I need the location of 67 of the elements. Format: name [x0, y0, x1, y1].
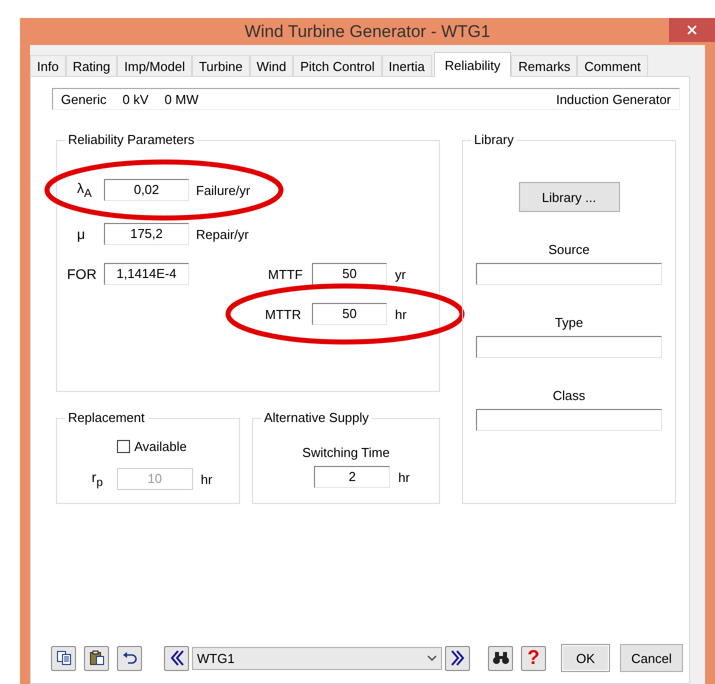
header-text: 0 MW [164, 92, 198, 106]
symbol-label: μ [76, 226, 86, 242]
element-dropdown[interactable]: WTG1 [192, 646, 442, 670]
symbol-label: λ$_{A}$ [76, 180, 93, 200]
unit-label: Repair/yr [196, 226, 249, 242]
tab[interactable]: Turbine [192, 55, 250, 76]
clipboard-icon [88, 650, 104, 666]
previous-button[interactable] [164, 646, 189, 670]
symbol-label: r$_{p}$ [92, 469, 103, 489]
chevron-down-icon [427, 655, 437, 661]
tab[interactable]: Info [30, 55, 66, 76]
header-text: 0 kV [122, 92, 149, 106]
field-label: Source [548, 242, 590, 257]
header-text: Generic [61, 92, 107, 106]
undo-button[interactable] [117, 646, 142, 670]
tab[interactable]: Pitch Control [293, 55, 382, 76]
field-label: Class [552, 388, 586, 403]
tab[interactable]: Comment [577, 55, 648, 76]
field-label: Type [554, 315, 584, 330]
unit-label: hr [395, 306, 407, 322]
tab[interactable]: Remarks [511, 55, 578, 76]
unit-label: hr [398, 470, 410, 484]
tab[interactable]: Inertia [382, 55, 432, 76]
double-chevron-left-icon [170, 650, 184, 666]
value-field[interactable]: 0,02 [104, 179, 189, 201]
library-field[interactable] [476, 336, 662, 358]
library-field[interactable] [476, 263, 662, 285]
for-label: FOR [67, 266, 98, 282]
unit-label: yr [395, 266, 406, 282]
group-title: Library [471, 132, 517, 148]
dropdown-value: WTG1 [197, 650, 236, 666]
tab[interactable]: Reliability [434, 52, 512, 77]
help-button[interactable]: ? [521, 646, 546, 670]
copy-button[interactable] [51, 646, 76, 670]
for-field[interactable]: 1,1414E-4 [104, 263, 189, 285]
value-field[interactable]: 175,2 [104, 223, 189, 245]
mttr-label: MTTR [265, 306, 302, 322]
mttf-field[interactable]: 50 [312, 263, 387, 285]
checkbox-label: Available [134, 439, 187, 454]
close-button[interactable] [669, 18, 715, 42]
library-field[interactable] [476, 409, 662, 431]
binoculars-icon [492, 651, 510, 665]
group-title: Replacement [65, 410, 148, 426]
find-button[interactable] [488, 646, 513, 670]
undo-icon [122, 651, 138, 665]
unit-label: Failure/yr [196, 182, 250, 198]
cancel-button[interactable]: Cancel [620, 644, 683, 672]
unit-label: hr [200, 472, 212, 486]
group-title: Reliability Parameters [65, 132, 198, 148]
field-label: Switching Time [302, 445, 390, 460]
mttr-field[interactable]: 50 [312, 303, 387, 325]
tab[interactable]: Rating [66, 55, 118, 76]
tab[interactable]: Wind [250, 55, 294, 76]
mttf-label: MTTF [268, 266, 304, 282]
library-button[interactable]: Library ... [518, 182, 620, 212]
double-chevron-right-icon [450, 650, 464, 666]
paste-button[interactable] [84, 646, 109, 670]
group-title: Alternative Supply [261, 410, 372, 426]
window-title: Wind Turbine Generator - WTG1 [244, 22, 490, 42]
ok-button[interactable]: OK [561, 644, 610, 672]
next-button[interactable] [445, 646, 470, 670]
generator-type: Induction Generator [556, 92, 671, 106]
switching-time-field[interactable]: 2 [314, 466, 390, 488]
tab[interactable]: Imp/Model [117, 55, 192, 76]
copy-icon [56, 650, 72, 666]
close-icon [687, 25, 697, 35]
checkbox[interactable] [117, 440, 130, 453]
